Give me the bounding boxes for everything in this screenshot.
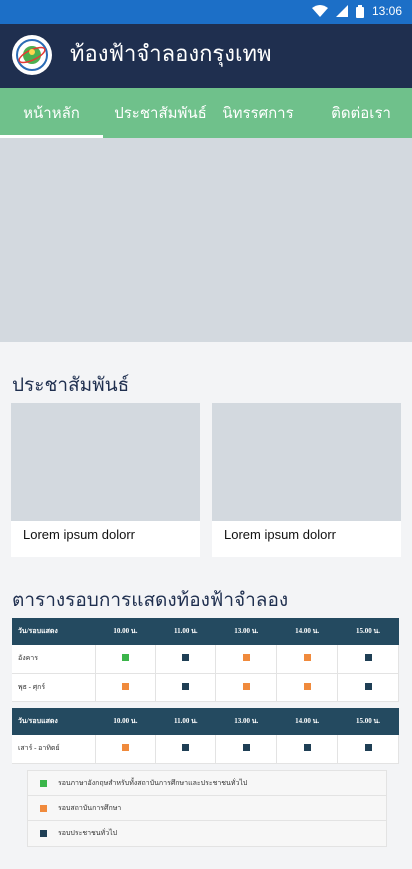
schedule-header-time: 13.00 น. [215,618,277,645]
schedule-day: พุธ - ศุกร์ [12,673,96,702]
planetarium-logo [12,35,52,75]
show-marker [242,654,250,662]
legend-item: รอบประชาชนทั่วไป [28,821,386,846]
schedule-header-time: 11.00 น. [155,618,216,645]
tab-news[interactable]: ประชาสัมพันธ์ [103,88,218,138]
tab-contact[interactable]: ติดต่อเรา [310,88,412,138]
schedule-header-time: 15.00 น. [337,708,399,735]
legend-text: รอบสถาบันการศึกษา [58,803,122,812]
schedule-legend: รอบภาษาอังกฤษสำหรับทั้งสถาบันการศึกษาและ… [27,770,387,847]
legend-marker [39,779,47,787]
app-title: ท้องฟ้าจำลองกรุงเทพ [70,42,272,67]
legend-text: รอบภาษาอังกฤษสำหรับทั้งสถาบันการศึกษาและ… [58,778,248,787]
schedule-header-row: วัน/รอบแสดง 10.00 น. 11.00 น. 13.00 น. 1… [12,708,399,735]
news-section-title: ประชาสัมพันธ์ [12,374,130,396]
tab-news-label: ประชาสัมพันธ์ [114,104,207,122]
show-marker [182,744,190,752]
show-marker [242,682,250,690]
news-card-caption: Lorem ipsum dolorr [224,527,336,542]
battery-icon [355,4,364,18]
schedule-day: เสาร์ - อาทิตย์ [12,735,96,764]
news-card-caption: Lorem ipsum dolorr [23,527,135,542]
show-marker [121,682,129,690]
schedule-header-time: 15.00 น. [337,618,399,645]
app-bar: ท้องฟ้าจำลองกรุงเทพ [0,24,412,88]
schedule-header-day: วัน/รอบแสดง [12,618,95,645]
legend-item: รอบภาษาอังกฤษสำหรับทั้งสถาบันการศึกษาและ… [28,771,386,796]
show-marker [303,682,311,690]
schedule-row: เสาร์ - อาทิตย์ [12,735,399,764]
news-card-2[interactable]: Lorem ipsum dolorr [212,403,401,557]
status-bar: 13:06 [0,0,412,24]
show-marker [242,744,250,752]
tab-home-label: หน้าหลัก [23,104,80,122]
hero-banner[interactable] [0,138,412,342]
schedule-header-time: 10.00 น. [95,708,156,735]
news-card-image [11,403,200,521]
schedule-header-time: 13.00 น. [215,708,277,735]
schedule-header-time: 14.00 น. [276,708,338,735]
schedule-header-time: 14.00 น. [276,618,338,645]
wifi-icon [311,5,328,17]
schedule-header-row: วัน/รอบแสดง 10.00 น. 11.00 น. 13.00 น. 1… [12,618,399,645]
schedule-row: พุธ - ศุกร์ [12,673,399,702]
tab-bar: หน้าหลัก ประชาสัมพันธ์ นิทรรศการ ติดต่อเ… [0,88,412,138]
tab-home[interactable]: หน้าหลัก [0,88,103,138]
show-marker [182,654,190,662]
legend-text: รอบประชาชนทั่วไป [58,829,118,837]
tab-exhibition-label: นิทรรศการ [222,104,294,122]
news-card-1[interactable]: Lorem ipsum dolorr [11,403,200,557]
tab-exhibition[interactable]: นิทรรศการ [218,88,298,138]
show-marker [364,744,372,752]
schedule-header-time: 11.00 น. [155,708,216,735]
schedule-header-time: 10.00 น. [95,618,156,645]
schedule-table-weekend: วัน/รอบแสดง 10.00 น. 11.00 น. 13.00 น. 1… [12,708,399,764]
show-marker [303,654,311,662]
status-time: 13:06 [371,4,402,18]
show-marker [303,744,311,752]
show-marker [121,654,129,662]
schedule-day: อังคาร [12,645,96,674]
news-card-image [212,403,401,521]
legend-item: รอบสถาบันการศึกษา [28,796,386,821]
show-marker [364,654,372,662]
schedule-header-day: วัน/รอบแสดง [12,708,95,735]
show-marker [121,744,129,752]
schedule-row: อังคาร [12,645,399,674]
schedule-table-weekday: วัน/รอบแสดง 10.00 น. 11.00 น. 13.00 น. 1… [12,618,399,702]
legend-marker [39,830,47,837]
tab-contact-label: ติดต่อเรา [331,104,391,122]
show-marker [364,682,372,690]
legend-marker [39,804,47,812]
show-marker [182,682,190,690]
schedule-section-title: ตารางรอบการแสดงท้องฟ้าจำลอง [12,589,289,611]
signal-icon [335,5,348,17]
